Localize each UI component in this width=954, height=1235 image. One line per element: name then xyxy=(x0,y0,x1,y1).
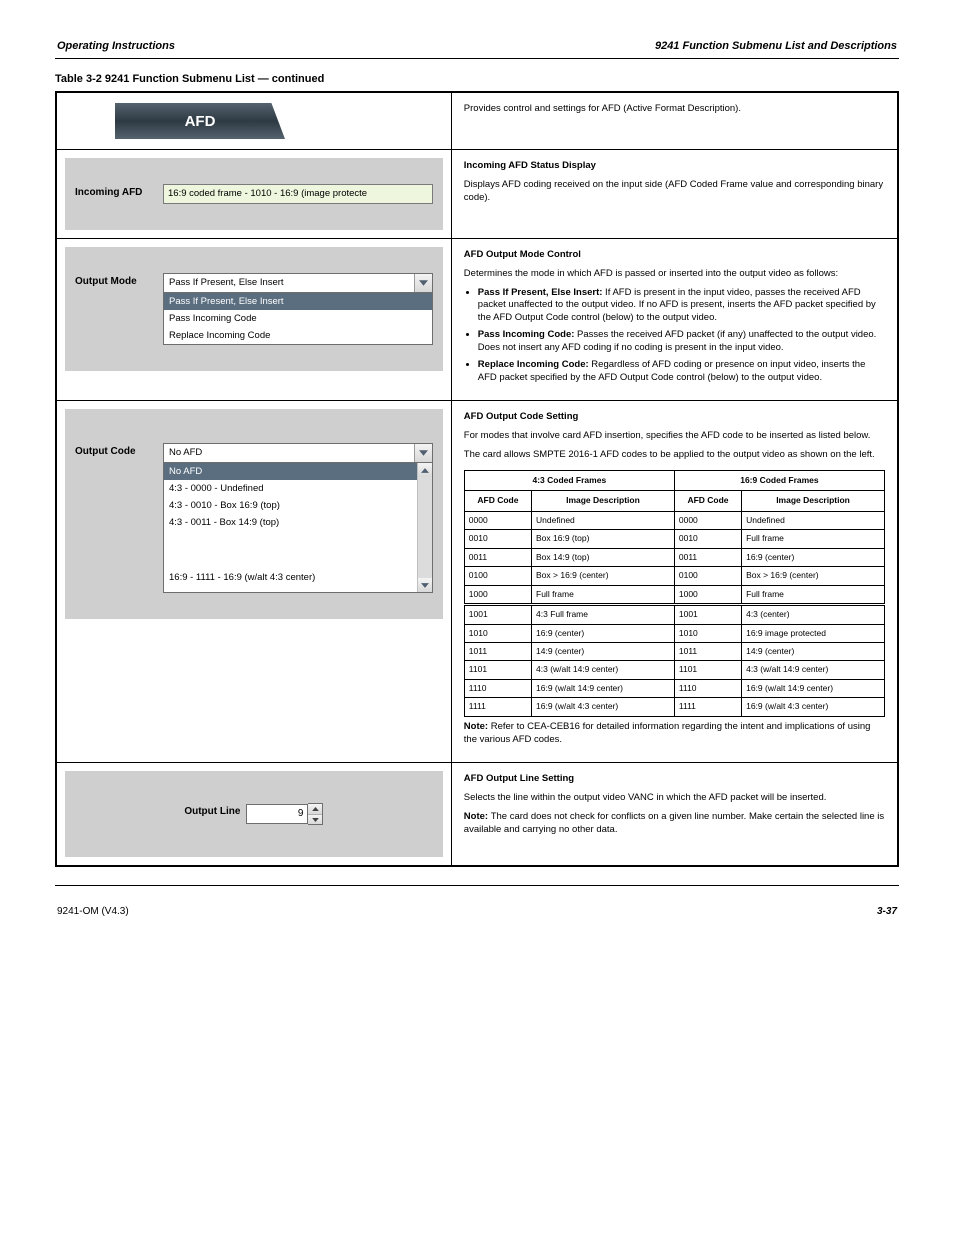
table-cell: 16:9 (w/alt 4:3 center) xyxy=(742,698,885,716)
output-mode-label: Output Mode xyxy=(75,273,157,287)
incoming-afd-label: Incoming AFD xyxy=(75,184,157,198)
table-cell: 1001 xyxy=(674,605,741,624)
list-item[interactable]: Replace Incoming Code xyxy=(164,327,432,344)
table-cell: Full frame xyxy=(742,530,885,548)
output-line-desc-body: Selects the line within the output video… xyxy=(464,792,885,805)
list-item[interactable]: 16:9 - 1111 - 16:9 (w/alt 4:3 center) xyxy=(164,569,417,586)
table-cell: 4:3 (w/alt 14:9 center) xyxy=(532,661,675,679)
output-line-label: Output Line xyxy=(184,803,240,817)
list-item[interactable]: 4:3 - 0011 - Box 14:9 (top) xyxy=(164,514,417,531)
output-mode-value: Pass If Present, Else Insert xyxy=(164,274,414,292)
table-cell: 0011 xyxy=(674,548,741,566)
footer-doc: 9241-OM (V4.3) xyxy=(57,906,129,917)
smpte-head-4-3: 4:3 Coded Frames xyxy=(464,470,674,490)
header-right: 9241 Function Submenu List and Descripti… xyxy=(655,40,897,52)
list-item: Pass Incoming Code: Passes the received … xyxy=(478,329,885,355)
table-cell: 1101 xyxy=(464,661,531,679)
function-table: AFD Provides control and settings for AF… xyxy=(55,91,899,867)
output-code-value: No AFD xyxy=(164,444,414,462)
output-line-desc-title: AFD Output Line Setting xyxy=(464,773,574,784)
table-cell: 0000 xyxy=(674,511,741,529)
table-cell: 0000 xyxy=(464,511,531,529)
list-item[interactable]: Pass Incoming Code xyxy=(164,310,432,327)
table-cell: Undefined xyxy=(532,511,675,529)
table-title: Table 3-2 9241 Function Submenu List — c… xyxy=(55,73,899,85)
incoming-afd-desc-body: Displays AFD coding received on the inpu… xyxy=(464,179,885,205)
table-cell: Full frame xyxy=(742,585,885,604)
output-code-desc-p2: The card allows SMPTE 2016-1 AFD codes t… xyxy=(464,449,885,462)
list-item[interactable]: 4:3 - 0000 - Undefined xyxy=(164,480,417,497)
afd-description: Provides control and settings for AFD (A… xyxy=(464,103,885,116)
list-item[interactable]: Pass If Present, Else Insert xyxy=(164,293,432,310)
chevron-down-icon[interactable] xyxy=(414,444,432,462)
header-left: Operating Instructions xyxy=(57,40,175,52)
list-item: Pass If Present, Else Insert: If AFD is … xyxy=(478,287,885,325)
table-cell: 16:9 (w/alt 14:9 center) xyxy=(742,679,885,697)
step-up-icon[interactable] xyxy=(308,804,322,814)
smpte-code-table: 4:3 Coded Frames 16:9 Coded Frames AFD C… xyxy=(464,470,885,717)
output-code-options[interactable]: No AFD 4:3 - 0000 - Undefined 4:3 - 0010… xyxy=(163,463,433,593)
list-item[interactable]: 4:3 - 0010 - Box 16:9 (top) xyxy=(164,497,417,514)
table-cell: 1011 xyxy=(464,642,531,660)
table-cell: 1010 xyxy=(464,624,531,642)
scroll-up-icon[interactable] xyxy=(418,463,432,477)
table-cell: 1110 xyxy=(464,679,531,697)
footer-page: 3-37 xyxy=(877,906,897,917)
table-cell: 1111 xyxy=(464,698,531,716)
output-mode-options[interactable]: Pass If Present, Else Insert Pass Incomi… xyxy=(163,293,433,345)
table-cell: Undefined xyxy=(742,511,885,529)
table-cell: 14:9 (center) xyxy=(742,642,885,660)
table-cell: 0011 xyxy=(464,548,531,566)
table-cell: 1101 xyxy=(674,661,741,679)
output-code-desc-title: AFD Output Code Setting xyxy=(464,411,579,422)
list-item[interactable]: No AFD xyxy=(164,463,417,480)
output-code-note: Refer to CEA-CEB16 for detailed informat… xyxy=(464,721,871,745)
table-cell: 1001 xyxy=(464,605,531,624)
scroll-down-icon[interactable] xyxy=(418,578,432,592)
scrollbar[interactable] xyxy=(417,463,432,592)
output-mode-desc-body: Determines the mode in which AFD is pass… xyxy=(464,268,885,281)
table-cell: 14:9 (center) xyxy=(532,642,675,660)
table-cell: Box 16:9 (top) xyxy=(532,530,675,548)
list-item: Replace Incoming Code: Regardless of AFD… xyxy=(478,359,885,385)
table-cell: 1010 xyxy=(674,624,741,642)
output-code-select[interactable]: No AFD xyxy=(163,443,433,463)
incoming-afd-desc-title: Incoming AFD Status Display xyxy=(464,160,596,171)
table-cell: 0100 xyxy=(464,567,531,585)
table-cell: 0010 xyxy=(464,530,531,548)
afd-tab[interactable]: AFD xyxy=(115,103,285,139)
table-cell: 4:3 (w/alt 14:9 center) xyxy=(742,661,885,679)
incoming-afd-readout: 16:9 coded frame - 1010 - 16:9 (image pr… xyxy=(163,184,433,204)
output-mode-desc-title: AFD Output Mode Control xyxy=(464,249,581,260)
output-code-label: Output Code xyxy=(75,443,157,457)
table-cell: 16:9 (center) xyxy=(532,624,675,642)
table-cell: 4:3 (center) xyxy=(742,605,885,624)
table-cell: 1111 xyxy=(674,698,741,716)
table-cell: 1000 xyxy=(674,585,741,604)
table-cell: Box > 16:9 (center) xyxy=(532,567,675,585)
table-cell: Full frame xyxy=(532,585,675,604)
output-code-desc-p1: For modes that involve card AFD insertio… xyxy=(464,430,885,443)
output-line-input[interactable]: 9 xyxy=(246,804,308,824)
table-cell: 16:9 image protected xyxy=(742,624,885,642)
table-cell: 1000 xyxy=(464,585,531,604)
table-cell: 16:9 (w/alt 4:3 center) xyxy=(532,698,675,716)
table-cell: 1011 xyxy=(674,642,741,660)
table-cell: 16:9 (w/alt 14:9 center) xyxy=(532,679,675,697)
table-cell: 4:3 Full frame xyxy=(532,605,675,624)
table-cell: 0100 xyxy=(674,567,741,585)
table-cell: 16:9 (center) xyxy=(742,548,885,566)
output-line-note: The card does not check for conflicts on… xyxy=(464,811,884,835)
table-cell: 1110 xyxy=(674,679,741,697)
table-cell: Box 14:9 (top) xyxy=(532,548,675,566)
table-cell: 0010 xyxy=(674,530,741,548)
smpte-head-16-9: 16:9 Coded Frames xyxy=(674,470,884,490)
output-line-stepper[interactable] xyxy=(308,803,323,825)
step-down-icon[interactable] xyxy=(308,814,322,824)
chevron-down-icon[interactable] xyxy=(414,274,432,292)
output-mode-select[interactable]: Pass If Present, Else Insert xyxy=(163,273,433,293)
table-cell: Box > 16:9 (center) xyxy=(742,567,885,585)
